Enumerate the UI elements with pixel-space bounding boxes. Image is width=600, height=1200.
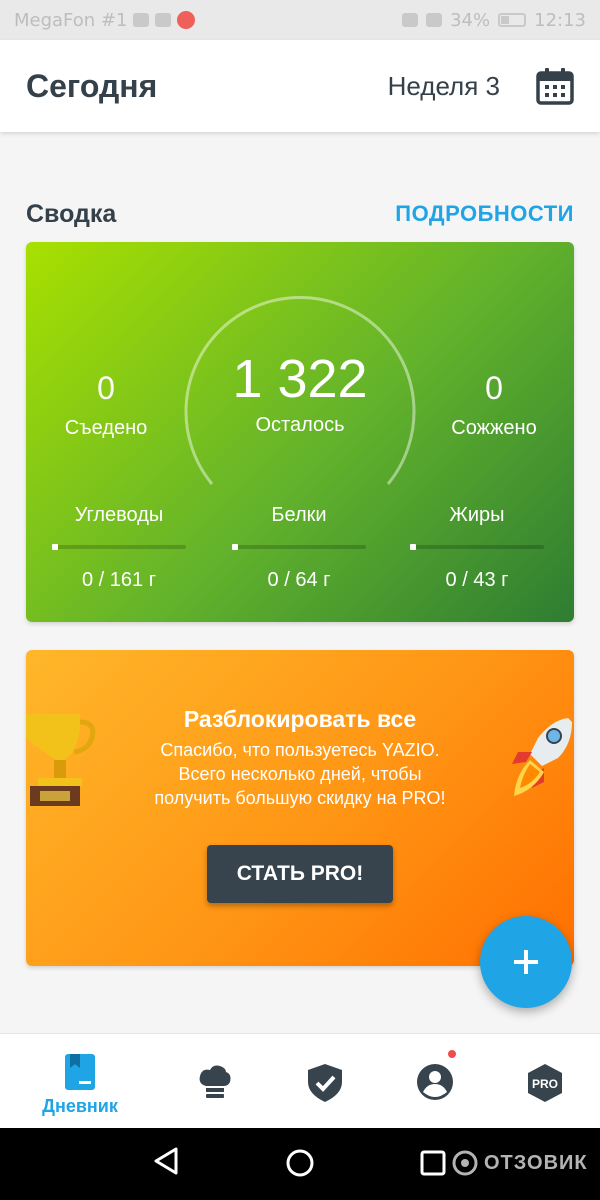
calendar-icon[interactable]	[536, 67, 574, 105]
profile-icon	[417, 1064, 453, 1100]
eaten-label: Съедено	[64, 417, 148, 439]
eaten-value: 0	[97, 370, 115, 406]
promo-text: Спасибо, что пользуетесь YAZIO. Всего не…	[116, 738, 484, 810]
promo-card: Разблокировать все Спасибо, что пользует…	[26, 650, 574, 966]
eaten-stat: 0 Съедено	[46, 370, 166, 440]
add-fab-button[interactable]	[480, 916, 572, 1008]
notification-icon	[133, 13, 150, 27]
wifi-icon	[402, 13, 419, 27]
nav-pro[interactable]: PRO	[490, 1034, 600, 1129]
promo-line: получить большую скидку на PRO!	[154, 788, 446, 808]
progress-fill	[232, 544, 238, 550]
back-icon[interactable]	[152, 1146, 180, 1176]
macro-name: Жиры	[449, 504, 505, 526]
remaining-label: Осталось	[255, 414, 345, 436]
nav-diary[interactable]: Дневник	[25, 1034, 135, 1129]
page-title: Сегодня	[26, 67, 158, 104]
promo-line: Спасибо, что пользуетесь YAZIO.	[160, 740, 440, 760]
watermark-text: ОТЗОВИК	[484, 1151, 588, 1174]
macro-fat: Жиры 0 / 43 г	[410, 504, 544, 592]
carrier-label: MegaFon #1	[14, 9, 128, 31]
nav-fasting[interactable]	[270, 1034, 380, 1129]
remaining-stat: 1 322 Осталось	[200, 348, 400, 437]
summary-header: Сводка ПОДРОБНОСТИ	[26, 196, 574, 232]
macro-name: Белки	[271, 504, 327, 526]
app-notification-icon	[177, 11, 196, 29]
clock: 12:13	[534, 9, 586, 31]
watermark: ОТЗОВИК	[452, 1148, 588, 1178]
app-bar: Сегодня Неделя 3	[0, 40, 600, 132]
details-link[interactable]: ПОДРОБНОСТИ	[395, 201, 574, 227]
burned-value: 0	[485, 370, 503, 406]
battery-percent: 34%	[450, 9, 491, 31]
battery-icon	[498, 13, 527, 27]
diary-icon	[65, 1054, 95, 1090]
macro-value: 0 / 64 г	[267, 569, 331, 591]
watermark-logo-icon	[452, 1150, 478, 1176]
promo-line: Всего несколько дней, чтобы	[178, 764, 422, 784]
shield-check-icon	[308, 1064, 342, 1102]
macro-value: 0 / 161 г	[81, 569, 156, 591]
progress-track	[52, 544, 186, 550]
status-bar: MegaFon #1 34% 12:13	[0, 0, 600, 40]
macro-protein: Белки 0 / 64 г	[232, 504, 366, 592]
progress-fill	[410, 544, 416, 550]
nav-label-diary: Дневник	[42, 1096, 118, 1116]
chef-hat-icon	[199, 1065, 231, 1098]
signal-icon	[426, 13, 443, 27]
nav-profile[interactable]	[380, 1034, 490, 1129]
youtube-icon	[155, 13, 172, 27]
pro-badge-text: PRO	[532, 1077, 558, 1091]
plus-icon	[514, 950, 538, 974]
macro-name: Углеводы	[74, 504, 164, 526]
progress-track	[410, 544, 544, 550]
burned-stat: 0 Сожжено	[434, 370, 554, 440]
progress-fill	[52, 544, 58, 550]
summary-card[interactable]: 0 Съедено 1 322 Осталось 0 Сожжено Углев…	[26, 242, 574, 622]
bottom-nav: Дневник PRO	[0, 1033, 600, 1128]
recents-icon[interactable]	[420, 1150, 446, 1176]
home-icon[interactable]	[285, 1148, 315, 1178]
section-title: Сводка	[26, 199, 117, 228]
nav-recipes[interactable]	[160, 1034, 270, 1129]
burned-label: Сожжено	[451, 417, 537, 439]
remaining-value: 1 322	[232, 349, 368, 409]
notification-badge	[446, 1048, 458, 1060]
macro-value: 0 / 43 г	[445, 569, 509, 591]
rocket-icon	[512, 718, 572, 796]
become-pro-button[interactable]: СТАТЬ PRO!	[207, 845, 393, 903]
promo-title: Разблокировать все	[183, 706, 417, 732]
pro-hexagon-icon: PRO	[528, 1064, 562, 1102]
week-label[interactable]: Неделя 3	[388, 71, 500, 102]
progress-track	[232, 544, 366, 550]
macro-carbs: Углеводы 0 / 161 г	[52, 504, 186, 592]
